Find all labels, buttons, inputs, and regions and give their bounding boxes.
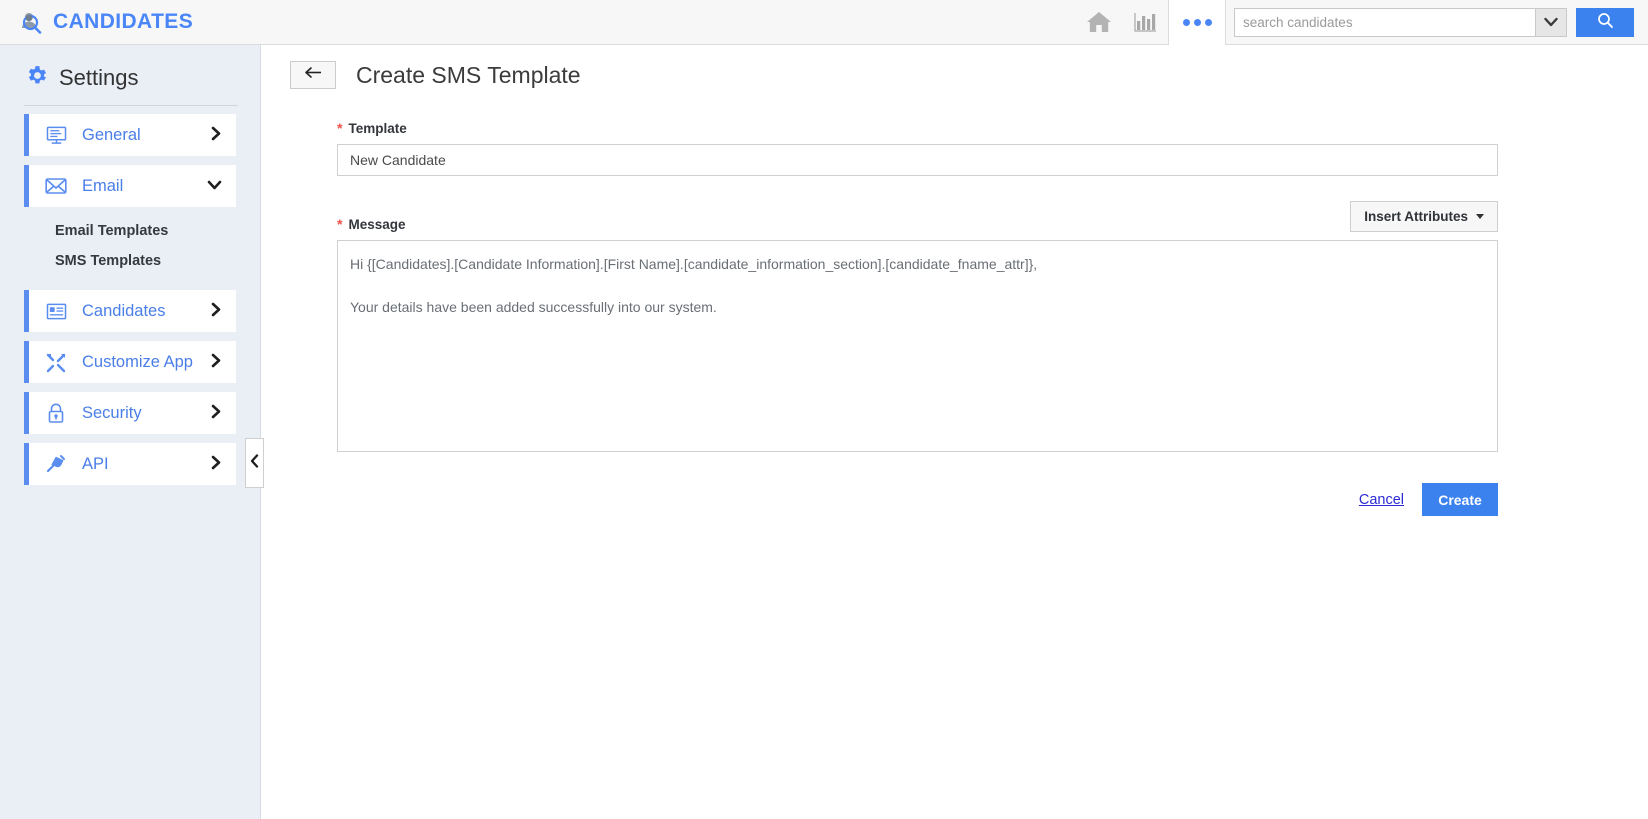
sidebar-item-email[interactable]: Email	[24, 165, 236, 207]
sidebar-item-security[interactable]: Security	[24, 392, 236, 434]
sidebar-item-candidates[interactable]: Candidates	[24, 290, 236, 332]
sidebar-item-label: API	[82, 454, 109, 473]
dot-1	[1182, 18, 1190, 26]
chevron-right-icon	[211, 126, 222, 144]
chevron-right-icon	[211, 455, 222, 473]
page-title: Create SMS Template	[356, 61, 581, 88]
gear-icon	[24, 63, 49, 93]
template-field-label: * Template	[337, 121, 1608, 136]
email-subitems: Email Templates SMS Templates	[0, 216, 260, 276]
sidebar-item-general[interactable]: General	[24, 114, 236, 156]
candidate-search-icon	[18, 9, 44, 35]
search-area	[1234, 0, 1648, 45]
brand-title: CANDIDATES	[53, 10, 194, 33]
search-input[interactable]	[1235, 8, 1535, 36]
plug-icon	[44, 454, 68, 474]
tools-icon	[44, 352, 68, 373]
chevron-right-icon	[211, 302, 222, 320]
page-title: Settings	[59, 65, 139, 90]
cancel-link[interactable]: Cancel	[1359, 492, 1404, 508]
monitor-icon	[44, 126, 68, 145]
sidebar-item-label: Security	[82, 403, 142, 422]
top-header-bar: CANDIDATES	[0, 0, 1648, 45]
arrow-left-icon	[304, 66, 323, 84]
sidebar-subitem-sms-templates[interactable]: SMS Templates	[0, 246, 260, 276]
create-button[interactable]: Create	[1422, 483, 1498, 516]
template-name-input[interactable]	[337, 144, 1498, 176]
header-icon-group	[1076, 0, 1226, 45]
message-label-text: Message	[348, 217, 406, 232]
dot-2	[1193, 18, 1201, 26]
insert-attributes-label: Insert Attributes	[1364, 209, 1468, 224]
lock-icon	[44, 403, 68, 424]
page-header: Create SMS Template	[261, 45, 1648, 89]
sidebar-subitem-email-templates[interactable]: Email Templates	[0, 216, 260, 246]
main-content: Create SMS Template * Template * Message…	[261, 45, 1648, 819]
message-field-label: * Message	[337, 217, 406, 232]
required-asterisk: *	[337, 216, 343, 232]
sidebar-collapse-handle[interactable]	[245, 438, 264, 488]
dot-3	[1204, 18, 1212, 26]
template-label-text: Template	[348, 121, 407, 136]
sidebar-item-label: Candidates	[82, 301, 166, 320]
chevron-right-icon	[211, 404, 222, 422]
insert-attributes-button[interactable]: Insert Attributes	[1350, 201, 1498, 232]
settings-sidebar: Settings General Email Email Templates S…	[0, 45, 261, 819]
more-dots-icon[interactable]	[1168, 0, 1226, 45]
home-icon[interactable]	[1076, 0, 1122, 45]
sms-template-form: * Template * Message Insert Attributes C…	[261, 89, 1648, 516]
sidebar-item-label: Email	[82, 176, 124, 195]
envelope-icon	[44, 177, 68, 195]
search-button[interactable]	[1576, 7, 1634, 37]
sidebar-header: Settings	[0, 45, 260, 105]
sidebar-divider	[24, 105, 238, 106]
back-button[interactable]	[290, 61, 336, 89]
form-actions: Cancel Create	[337, 483, 1498, 516]
card-list-icon	[44, 302, 68, 321]
chevron-left-icon	[250, 453, 259, 473]
sidebar-item-label: General	[82, 125, 141, 144]
sidebar-item-label: Customize App	[82, 352, 193, 371]
search-icon	[1597, 12, 1614, 32]
required-asterisk: *	[337, 120, 343, 136]
message-textarea[interactable]	[337, 240, 1498, 452]
bar-chart-icon[interactable]	[1122, 0, 1168, 45]
chevron-down-icon	[207, 179, 222, 194]
brand[interactable]: CANDIDATES	[18, 9, 193, 35]
search-group	[1234, 7, 1567, 37]
chevron-down-icon	[1476, 214, 1484, 219]
sidebar-item-api[interactable]: API	[24, 443, 236, 485]
sidebar-item-customize-app[interactable]: Customize App	[24, 341, 236, 383]
chevron-down-icon[interactable]	[1535, 8, 1566, 36]
message-header-row: * Message Insert Attributes	[337, 201, 1498, 232]
chevron-right-icon	[211, 353, 222, 371]
